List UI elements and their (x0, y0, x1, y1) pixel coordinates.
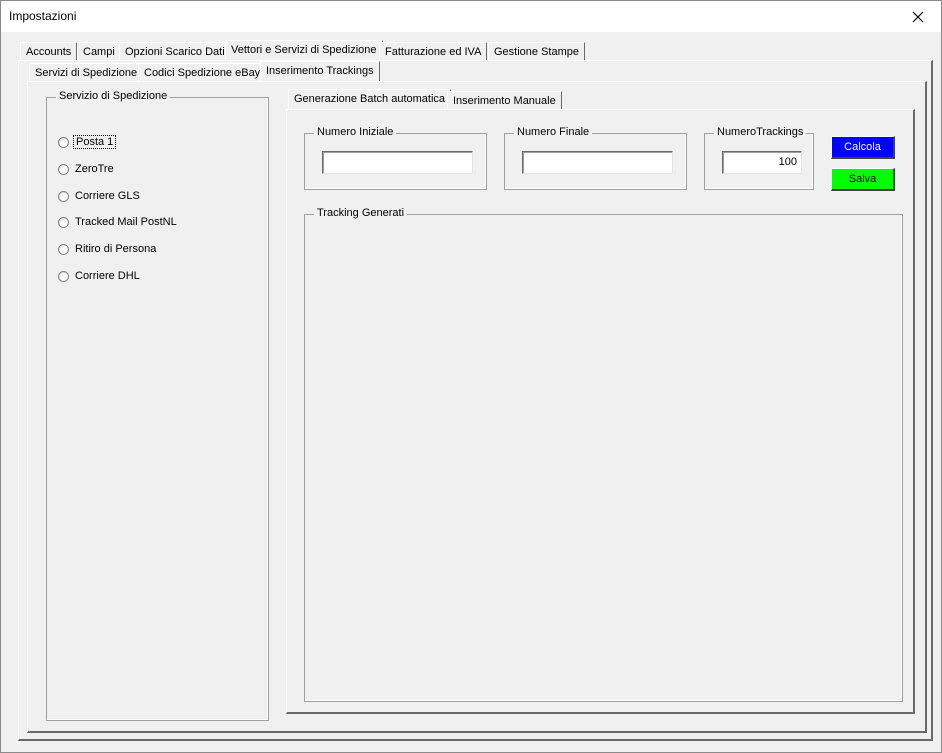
radio-corriere-dhl[interactable]: Corriere DHL (58, 268, 142, 284)
radio-button[interactable] (58, 216, 69, 228)
tab-codici-spedizione-ebay[interactable]: Codici Spedizione eBay (138, 63, 267, 82)
radio-button[interactable] (58, 163, 69, 175)
tracking-count-input[interactable]: 100 (722, 151, 802, 174)
radio-posta-1[interactable]: Posta 1 (58, 134, 117, 150)
radio-button[interactable] (58, 136, 69, 148)
settings-window: Impostazioni Accounts Campi Opzioni Scar… (0, 0, 942, 753)
tab-inserimento-manuale[interactable]: Inserimento Manuale (447, 91, 562, 110)
title-bar: Impostazioni (1, 1, 941, 32)
radio-label: Ritiro di Persona (75, 243, 157, 255)
radio-label: Corriere DHL (75, 270, 140, 282)
tab-campi[interactable]: Campi (77, 42, 121, 61)
radio-ritiro-di-persona[interactable]: Ritiro di Persona (58, 241, 158, 257)
tracking-count-caption: NumeroTrackings (714, 126, 807, 138)
end-number-caption: Numero Finale (514, 126, 593, 138)
close-icon (912, 11, 924, 22)
start-number-input[interactable] (322, 151, 473, 174)
radio-label: Corriere GLS (75, 190, 140, 202)
tab-opzioni-scarico-dati[interactable]: Opzioni Scarico Dati (119, 42, 231, 61)
tab-vettori-servizi-spedizione[interactable]: Vettori e Servizi di Spedizione (225, 40, 383, 61)
radio-button[interactable] (58, 243, 69, 255)
radio-corriere-gls[interactable]: Corriere GLS (58, 188, 142, 204)
radio-zerotre[interactable]: ZeroTre (58, 161, 116, 177)
close-button[interactable] (895, 1, 941, 32)
calcola-button[interactable]: Calcola (831, 136, 895, 159)
start-number-caption: Numero Iniziale (314, 126, 397, 138)
radio-label: Posta 1 (73, 135, 117, 149)
radio-tracked-mail-postnl[interactable]: Tracked Mail PostNL (58, 214, 179, 230)
salva-button[interactable]: Salva (831, 168, 895, 191)
end-number-input[interactable] (522, 151, 673, 174)
radio-button[interactable] (58, 270, 69, 282)
tab-gestione-stampe[interactable]: Gestione Stampe (488, 42, 585, 61)
tab-servizi-spedizione[interactable]: Servizi di Spedizione (29, 63, 144, 82)
window-title: Impostazioni (9, 9, 77, 23)
radio-label: ZeroTre (75, 163, 114, 175)
tab-inserimento-trackings[interactable]: Inserimento Trackings (260, 61, 380, 82)
generated-trackings-caption: Tracking Generati (314, 207, 408, 219)
tab-accounts[interactable]: Accounts (20, 42, 78, 61)
generated-trackings-groupbox: Tracking Generati (304, 207, 903, 702)
radio-button[interactable] (58, 190, 69, 202)
service-group-caption: Servizio di Spedizione (56, 90, 171, 102)
tab-generazione-batch[interactable]: Generazione Batch automatica (288, 89, 452, 110)
radio-label: Tracked Mail PostNL (75, 216, 177, 228)
tab-fatturazione-iva[interactable]: Fatturazione ed IVA (379, 42, 488, 61)
